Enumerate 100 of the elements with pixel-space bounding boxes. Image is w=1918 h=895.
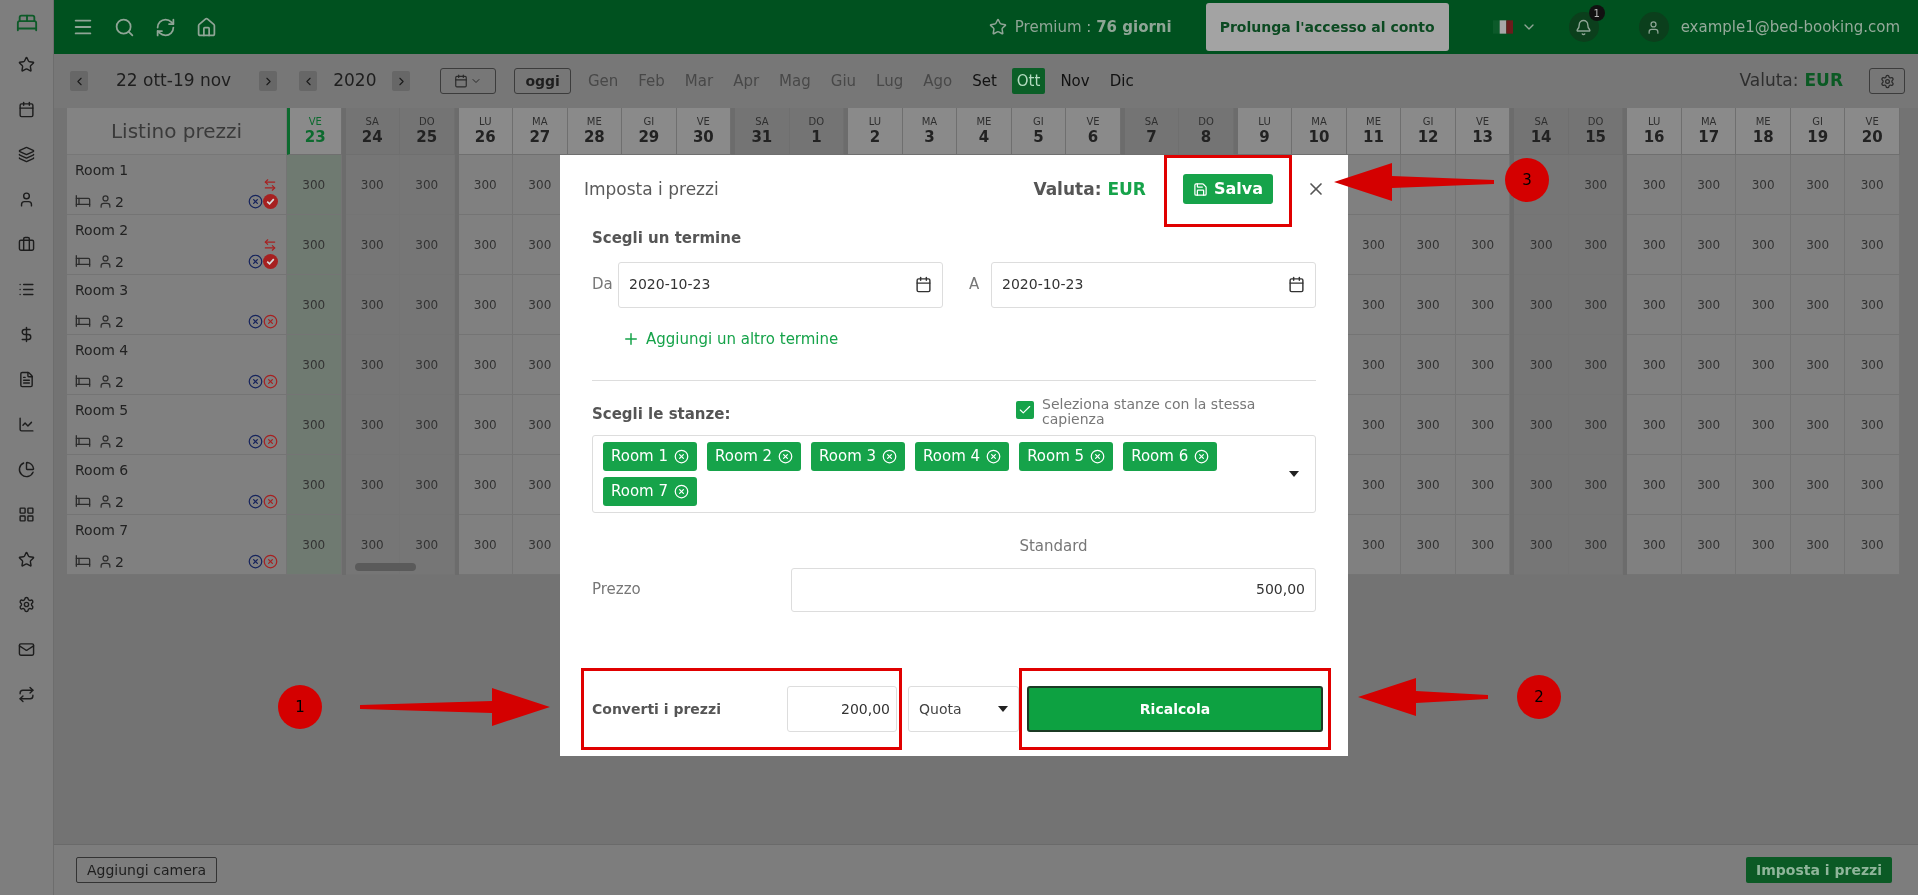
price-cell[interactable]: 300 [1736,395,1791,455]
user-avatar[interactable] [1638,12,1669,42]
price-cell[interactable]: 300 [1736,155,1791,215]
home-icon[interactable] [196,16,217,38]
repeat-icon[interactable] [18,686,35,703]
price-cell[interactable]: 300 [1681,155,1737,215]
price-cell[interactable]: 300 [1401,335,1456,395]
price-cell[interactable]: 300 [1736,455,1791,515]
room-tag[interactable]: Room 4 [915,442,1010,471]
price-cell[interactable]: 300 [1455,395,1511,455]
price-cell[interactable]: 300 [1790,455,1846,515]
room-tag[interactable]: Room 1 [603,442,698,471]
day-header[interactable]: GI 5 [1011,108,1067,155]
day-header[interactable]: ME 28 [567,108,623,155]
grid-icon[interactable] [18,506,35,523]
price-cell[interactable]: 300 [1845,395,1900,455]
calendar-dropdown[interactable] [440,68,497,94]
mode-select[interactable]: Quota [908,686,1019,732]
day-header[interactable]: SA 24 [345,108,401,155]
day-header[interactable]: DO 15 [1568,108,1624,155]
price-cell[interactable]: 300 [1736,515,1791,575]
price-cell[interactable]: 300 [1845,155,1900,215]
price-cell[interactable]: 300 [1346,215,1402,275]
day-header[interactable]: LU 16 [1627,108,1682,155]
pie-chart-icon[interactable] [18,461,35,478]
star-icon[interactable] [18,551,35,568]
price-cell[interactable]: 300 [1736,275,1791,335]
price-cell[interactable]: 300 [287,335,342,395]
add-room-button[interactable]: Aggiungi camera [76,857,218,883]
price-cell[interactable]: 300 [1346,455,1402,515]
day-header[interactable]: VE 20 [1845,108,1900,155]
month-tab[interactable]: Set [967,68,1002,94]
next-year-button[interactable] [392,71,411,91]
day-header[interactable]: ME 11 [1346,108,1402,155]
room-tag[interactable]: Room 7 [603,477,698,506]
price-cell[interactable]: 300 [287,395,342,455]
italian-flag-icon[interactable] [1492,20,1513,34]
day-header[interactable]: ME 18 [1736,108,1791,155]
add-period-link[interactable]: Aggiungi un altro termine [622,327,839,350]
price-cell[interactable]: 300 [1790,275,1846,335]
price-cell[interactable]: 300 [458,395,514,455]
day-header[interactable]: VE 13 [1455,108,1511,155]
price-cell[interactable]: 300 [1845,275,1900,335]
price-cell[interactable]: 300 [287,455,342,515]
price-cell[interactable]: 300 [1681,395,1737,455]
price-cell[interactable]: 300 [1627,395,1682,455]
line-chart-icon[interactable] [18,416,35,433]
set-prices-button[interactable]: Imposta i prezzi [1746,857,1892,883]
price-cell[interactable]: 300 [458,275,514,335]
price-cell[interactable]: 300 [1627,275,1682,335]
price-cell[interactable]: 300 [1627,215,1682,275]
checkbox[interactable] [1016,401,1034,419]
date-field[interactable]: 2020-10-23 [991,261,1316,308]
price-cell[interactable]: 300 [1790,215,1846,275]
day-header[interactable]: MA 10 [1292,108,1347,155]
price-cell[interactable]: 300 [1681,335,1737,395]
price-cell[interactable]: 300 [1681,275,1737,335]
price-cell[interactable]: 300 [287,515,342,575]
settings-icon[interactable] [18,596,35,613]
price-cell[interactable]: 300 [1401,275,1456,335]
day-header[interactable]: MA 27 [513,108,568,155]
extend-access-button[interactable]: Prolunga l'accesso al conto [1205,3,1449,51]
day-header[interactable]: SA 7 [1124,108,1180,155]
price-cell[interactable]: 300 [1845,335,1900,395]
price-cell[interactable]: 300 [1627,335,1682,395]
previous-button[interactable] [70,71,88,91]
day-header[interactable]: LU 26 [458,108,514,155]
day-header[interactable]: SA 14 [1514,108,1569,155]
today-button[interactable]: oggi [514,68,571,94]
user-email[interactable]: example1@bed-booking.com [1680,15,1900,39]
price-cell[interactable]: 300 [1627,155,1682,215]
save-button[interactable]: Salva [1182,174,1273,204]
price-cell[interactable]: 300 [287,275,342,335]
document-icon[interactable] [18,371,35,388]
price-cell[interactable]: 300 [1401,215,1456,275]
day-header[interactable]: GI 29 [622,108,677,155]
room-select-field[interactable]: Room 1 Room 2 Room 3 Room 4 Room 5 Room 6 Room 7 [592,435,1316,513]
price-cell[interactable]: 300 [1681,455,1737,515]
day-header[interactable]: MA 3 [902,108,958,155]
price-cell[interactable]: 300 [1455,455,1511,515]
day-header[interactable]: GI 12 [1401,108,1456,155]
user-icon[interactable] [18,191,35,208]
settings-button[interactable] [1869,68,1905,94]
day-header[interactable]: VE 30 [676,108,732,155]
price-cell[interactable]: 300 [1627,515,1682,575]
price-cell[interactable]: 300 [1736,335,1791,395]
price-cell[interactable]: 300 [1790,515,1846,575]
price-cell[interactable]: 300 [1790,155,1846,215]
layers-icon[interactable] [18,146,35,163]
day-header[interactable]: VE 23 [287,108,342,155]
star-icon[interactable] [18,56,35,73]
room-tag[interactable]: Room 2 [707,442,802,471]
month-tab[interactable]: Dic [1104,68,1139,94]
day-header[interactable]: GI 19 [1790,108,1846,155]
day-header[interactable]: MA 17 [1681,108,1737,155]
briefcase-icon[interactable] [18,236,35,253]
price-cell[interactable]: 300 [1346,275,1402,335]
calendar-icon[interactable] [18,101,35,118]
price-cell[interactable]: 300 [1346,395,1402,455]
price-cell[interactable]: 300 [287,155,342,215]
